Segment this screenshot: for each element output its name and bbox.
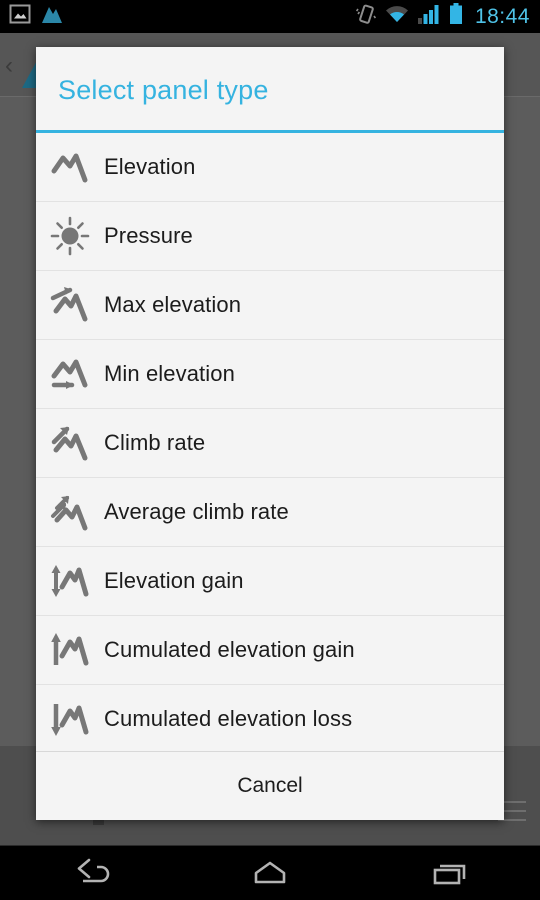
list-item-climb-rate[interactable]: Climb rate (36, 409, 504, 478)
back-button[interactable] (45, 846, 135, 900)
mountain-updown-arrow-icon (36, 559, 104, 603)
status-bar-clock: 18:44 (474, 5, 530, 28)
list-item-cumulated-elevation-loss[interactable]: Cumulated elevation loss (36, 685, 504, 751)
list-item-min-elevation[interactable]: Min elevation (36, 340, 504, 409)
list-item-elevation-gain[interactable]: Elevation gain (36, 547, 504, 616)
mountain-arrow-up-diagonal-icon (36, 421, 104, 465)
vibrate-icon (355, 3, 376, 30)
status-bar: 18:44 (0, 0, 540, 33)
mountain-down-arrow-icon (36, 697, 104, 741)
list-item-elevation[interactable]: Elevation (36, 133, 504, 202)
list-item-label: Max elevation (104, 292, 242, 317)
sun-icon (36, 214, 104, 258)
list-item-label: Min elevation (104, 361, 235, 386)
list-item-average-climb-rate[interactable]: Average climb rate (36, 478, 504, 547)
list-item-label: Elevation gain (104, 568, 244, 593)
list-item-label: Cumulated elevation loss (104, 706, 353, 731)
list-item-label: Average climb rate (104, 499, 289, 524)
mountain-arrow-top-icon (36, 283, 104, 327)
background-back-chevron-icon: ‹ (5, 52, 13, 79)
device-screen: 18:44 ‹ Select panel type Elevation Pres… (0, 0, 540, 900)
status-bar-notifications (0, 3, 64, 30)
wifi-icon (385, 4, 409, 29)
list-item-label: Elevation (104, 154, 196, 179)
select-panel-type-dialog: Select panel type Elevation Pressure Max… (36, 47, 504, 820)
list-item-cumulated-elevation-gain[interactable]: Cumulated elevation gain (36, 616, 504, 685)
dialog-footer: Cancel (36, 751, 504, 820)
recents-button[interactable] (405, 846, 495, 900)
cancel-button[interactable]: Cancel (237, 774, 302, 798)
panel-type-list[interactable]: Elevation Pressure Max elevation Min ele… (36, 133, 504, 751)
mountain-arrow-bottom-icon (36, 352, 104, 396)
status-bar-system-icons: 18:44 (355, 3, 540, 30)
dialog-header: Select panel type (36, 47, 504, 133)
list-item-label: Cumulated elevation gain (104, 637, 355, 662)
android-navigation-bar (0, 845, 540, 900)
list-item-label: Pressure (104, 223, 193, 248)
dialog-title: Select panel type (58, 75, 269, 105)
list-item-pressure[interactable]: Pressure (36, 202, 504, 271)
gallery-image-icon (9, 3, 31, 30)
home-button[interactable] (225, 846, 315, 900)
mountain-double-arrow-up-diagonal-icon (36, 490, 104, 534)
battery-icon (449, 3, 463, 30)
mountain-up-arrow-icon (36, 628, 104, 672)
list-item-label: Climb rate (104, 430, 206, 455)
mountain-app-icon (40, 3, 64, 30)
mountain-icon (36, 145, 104, 189)
signal-bars-icon (417, 4, 440, 29)
list-item-max-elevation[interactable]: Max elevation (36, 271, 504, 340)
